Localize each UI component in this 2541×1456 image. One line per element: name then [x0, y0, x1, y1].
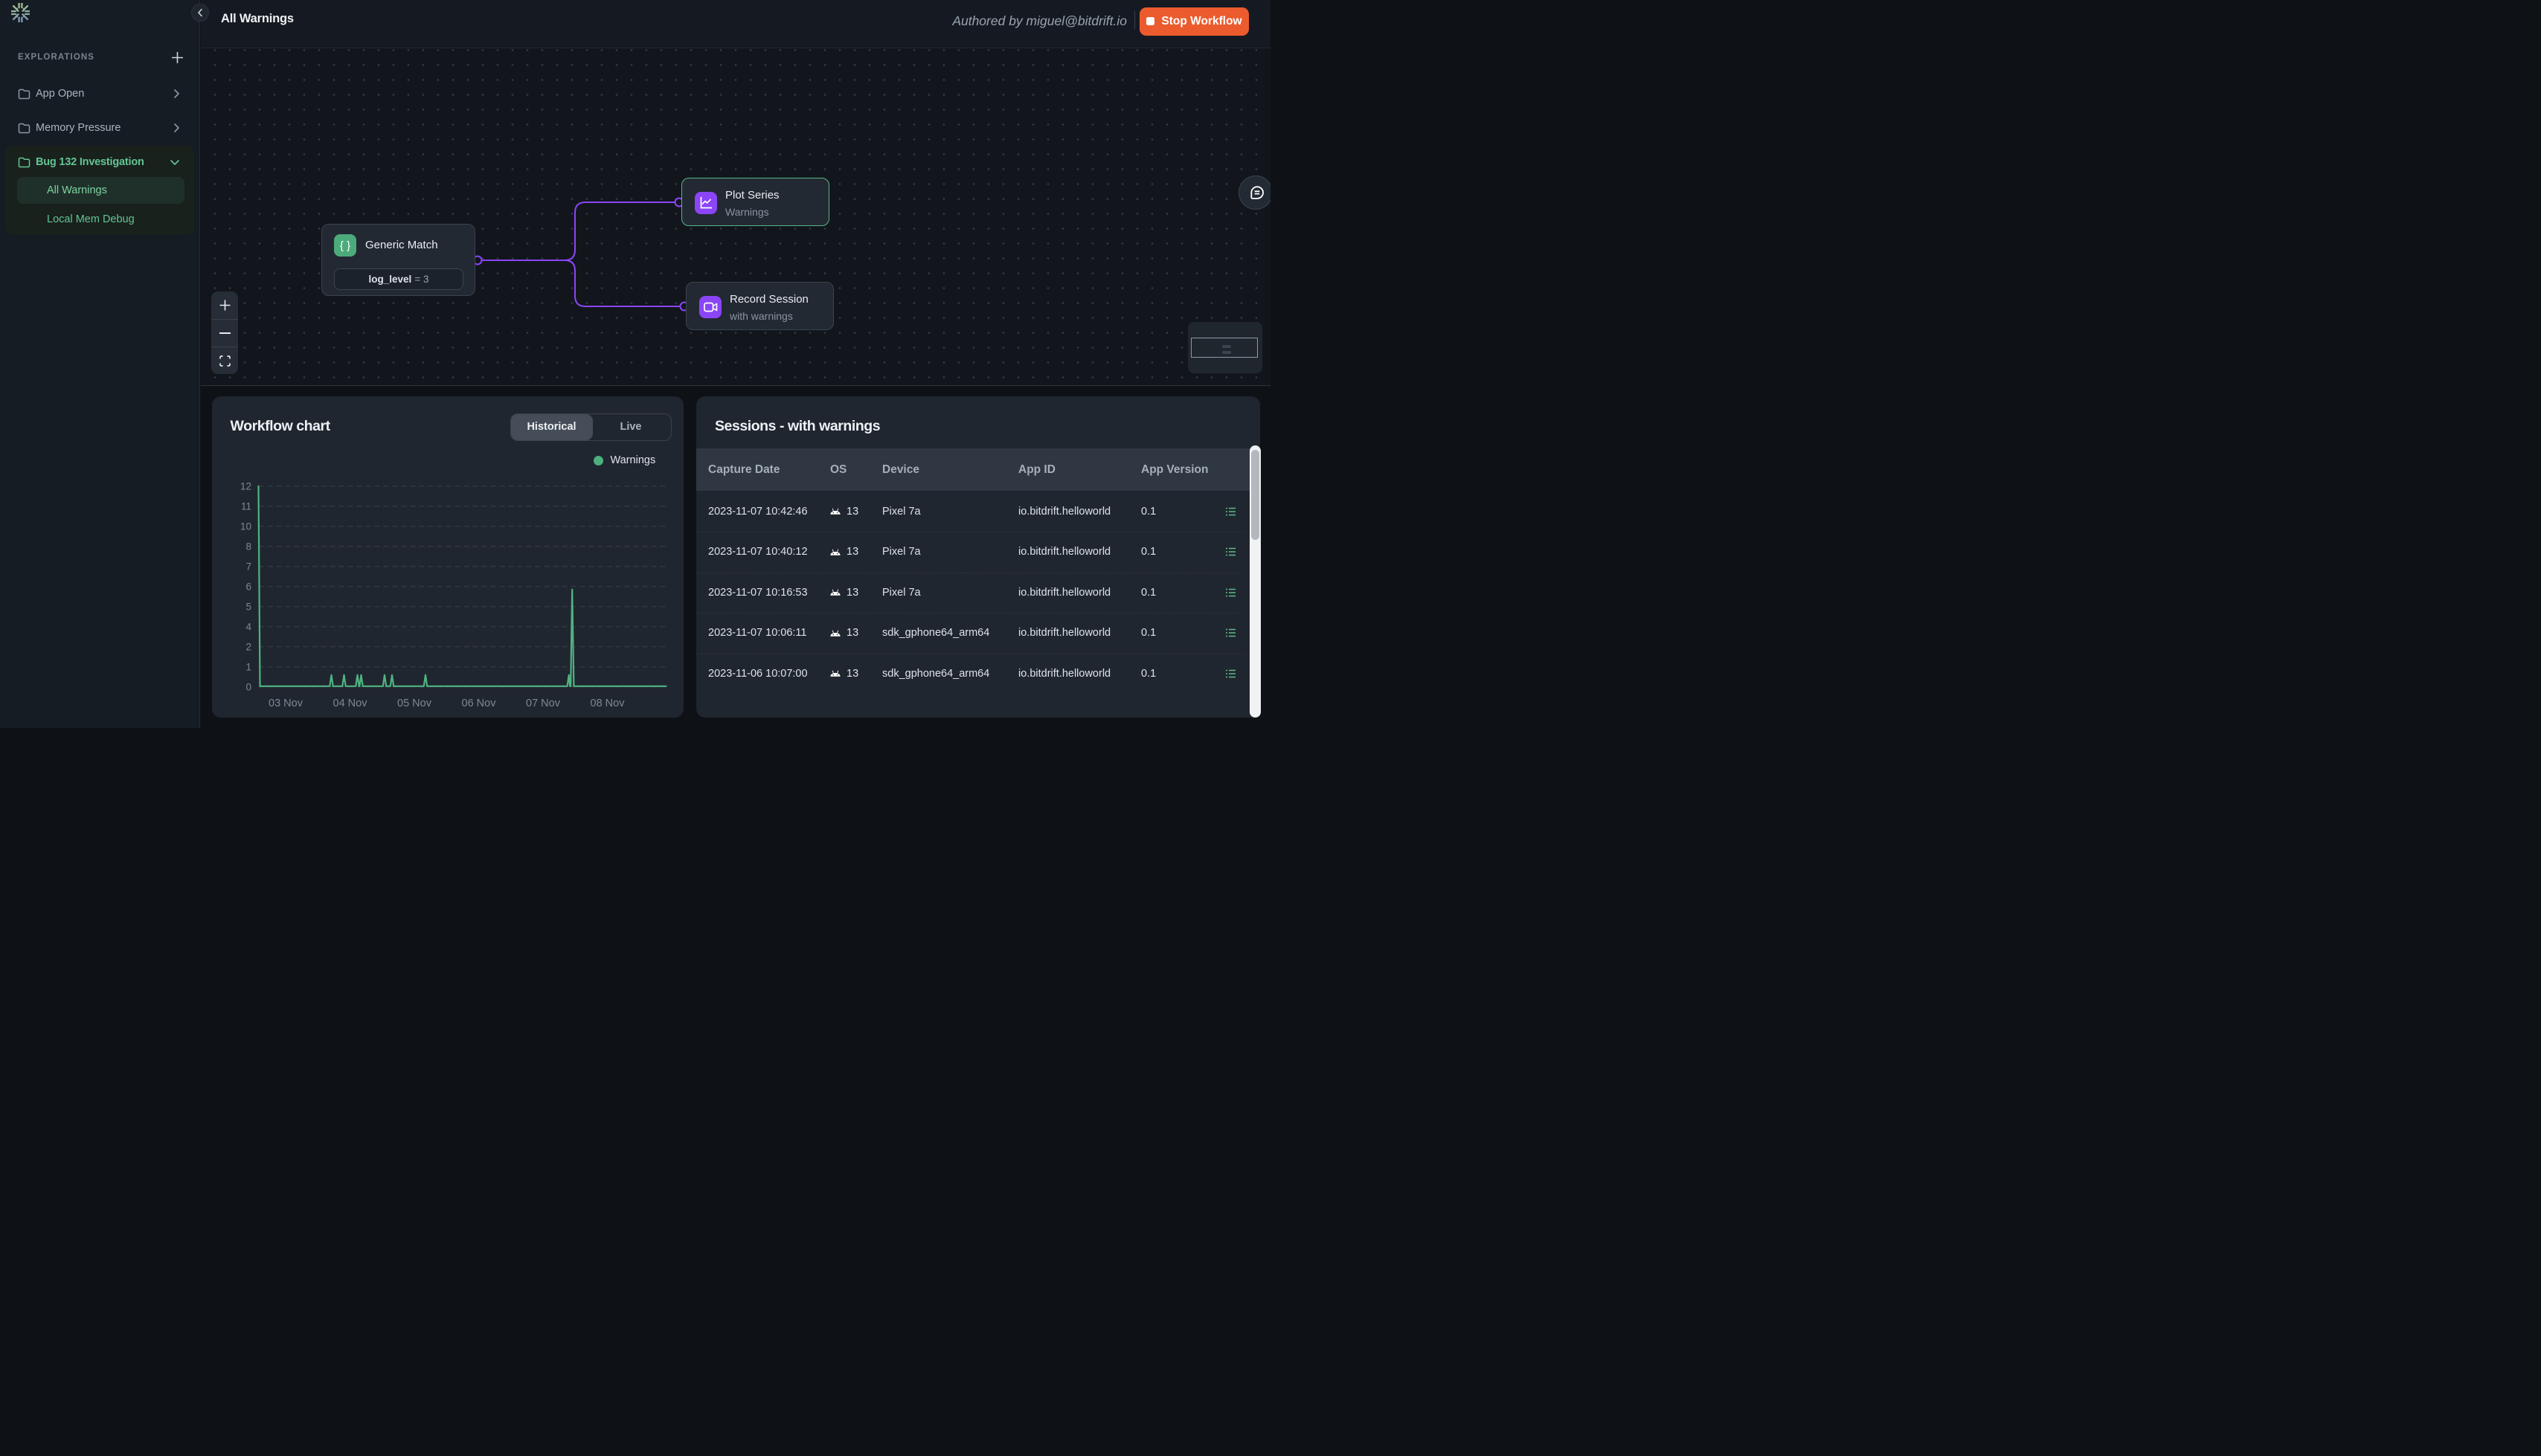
svg-text:07 Nov: 07 Nov	[526, 698, 561, 709]
svg-text:0: 0	[245, 681, 251, 692]
svg-text:{ }: { }	[340, 239, 350, 251]
svg-text:05 Nov: 05 Nov	[397, 698, 432, 709]
svg-text:10: 10	[240, 521, 251, 532]
svg-text:03 Nov: 03 Nov	[269, 698, 303, 709]
svg-text:12: 12	[240, 480, 251, 492]
svg-text:7: 7	[245, 561, 251, 572]
svg-text:4: 4	[245, 621, 251, 632]
svg-text:2: 2	[245, 641, 251, 652]
svg-text:11: 11	[240, 500, 251, 512]
svg-text:04 Nov: 04 Nov	[333, 698, 367, 709]
svg-text:1: 1	[245, 661, 251, 672]
svg-text:6: 6	[245, 581, 251, 592]
svg-text:06 Nov: 06 Nov	[461, 698, 496, 709]
svg-text:08 Nov: 08 Nov	[590, 698, 625, 709]
svg-text:5: 5	[245, 601, 251, 612]
svg-text:8: 8	[245, 541, 251, 552]
